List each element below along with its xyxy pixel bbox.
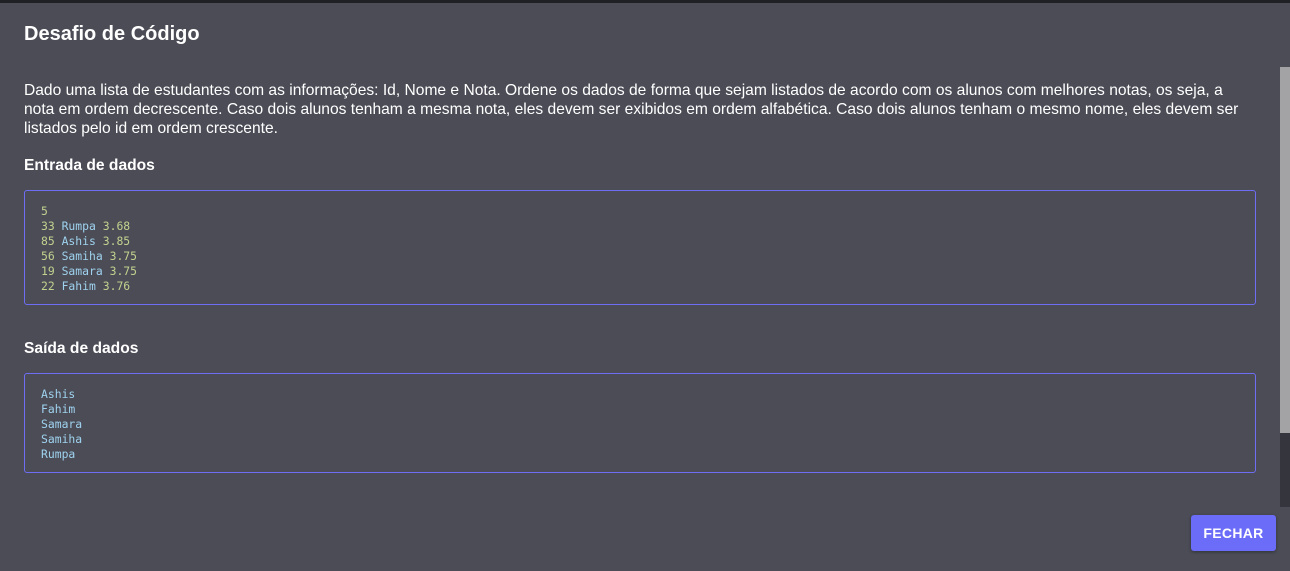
input-name: Samiha xyxy=(61,249,103,263)
input-row: 22 Fahim 3.76 xyxy=(41,279,1239,294)
output-code-block: Ashis Fahim Samara Samiha Rumpa xyxy=(24,373,1256,473)
input-row: 85 Ashis 3.85 xyxy=(41,234,1239,249)
close-button[interactable]: FECHAR xyxy=(1191,515,1276,551)
input-id: 19 xyxy=(41,264,55,278)
challenge-description: Dado uma lista de estudantes com as info… xyxy=(24,82,1239,137)
code-challenge-dialog: Desafio de Código Dado uma lista de estu… xyxy=(0,3,1290,571)
input-id: 22 xyxy=(41,279,55,293)
input-id: 85 xyxy=(41,234,55,248)
output-line: Samara xyxy=(41,417,83,431)
input-row: 33 Rumpa 3.68 xyxy=(41,219,1239,234)
output-line: Ashis xyxy=(41,387,76,401)
output-line: Rumpa xyxy=(41,447,76,461)
input-row: 19 Samara 3.75 xyxy=(41,264,1239,279)
input-id: 56 xyxy=(41,249,55,263)
output-section-title: Saída de dados xyxy=(24,340,139,357)
input-grade: 3.76 xyxy=(102,279,131,293)
input-section-title: Entrada de dados xyxy=(24,157,155,174)
input-id: 33 xyxy=(41,219,55,233)
input-name: Ashis xyxy=(61,234,96,248)
dialog-content: Dado uma lista de estudantes com as info… xyxy=(24,81,1256,473)
input-grade: 3.68 xyxy=(102,219,131,233)
input-grade: 3.75 xyxy=(109,249,138,263)
input-grade: 3.85 xyxy=(102,234,131,248)
dialog-title: Desafio de Código xyxy=(24,23,200,45)
output-line: Samiha xyxy=(41,432,83,446)
input-grade: 3.75 xyxy=(109,264,138,278)
input-row: 56 Samiha 3.75 xyxy=(41,249,1239,264)
input-code-block: 5 33 Rumpa 3.68 85 Ashis 3.85 56 Samiha … xyxy=(24,190,1256,305)
scrollbar-thumb[interactable] xyxy=(1280,67,1290,433)
input-name: Fahim xyxy=(61,279,96,293)
output-line: Fahim xyxy=(41,402,76,416)
input-name: Rumpa xyxy=(61,219,96,233)
input-name: Samara xyxy=(61,264,103,278)
input-count-line: 5 xyxy=(41,204,48,218)
